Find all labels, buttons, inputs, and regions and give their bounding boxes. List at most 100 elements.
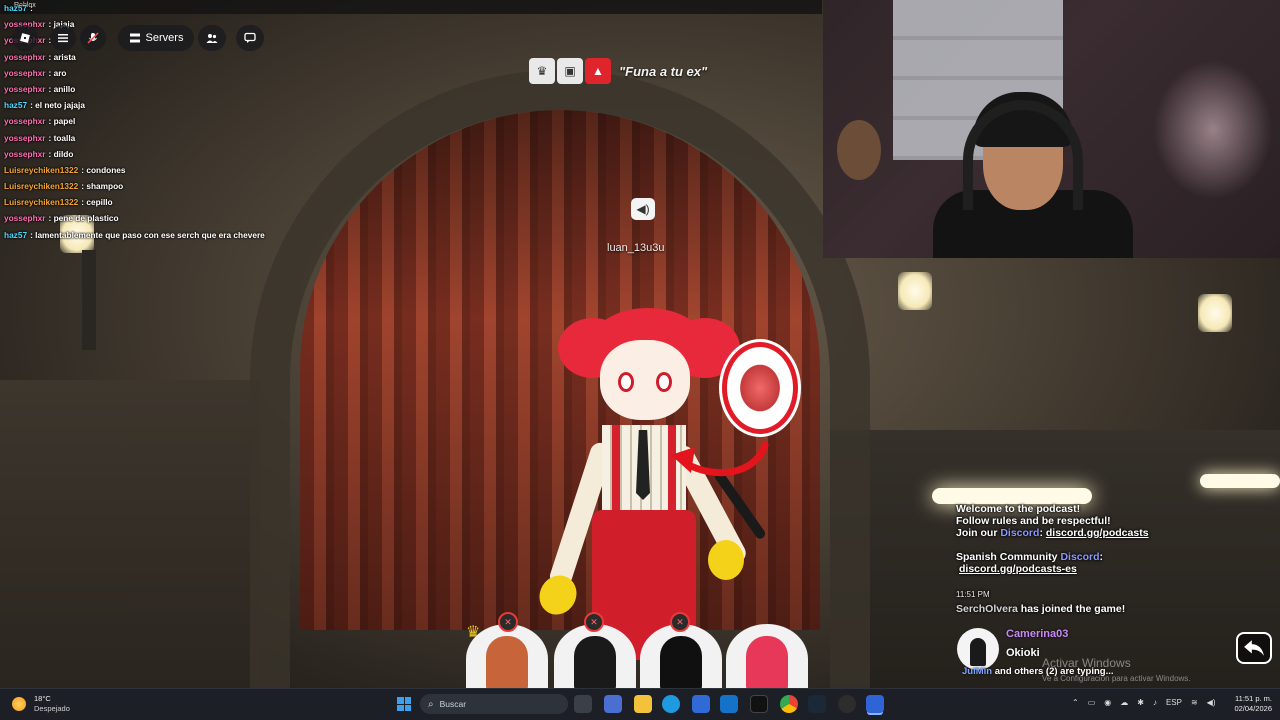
people-icon [206, 34, 218, 43]
chat-username[interactable]: haz57 [4, 3, 27, 13]
warning-icon: ▲ [592, 64, 604, 78]
weather-description[interactable]: Despejado [34, 704, 70, 713]
chat-message: yossephxr: papel [4, 113, 424, 129]
chat-message: yossephxr: toalla [4, 130, 424, 146]
chat-text: dildo [53, 148, 74, 159]
chat-text: pene de plastico [53, 213, 119, 224]
chat-message: yossephxr: aro [4, 65, 424, 81]
volume-icon[interactable]: ◀) [1207, 698, 1216, 707]
gift-button[interactable]: ▣ [557, 58, 583, 84]
chat-text: toalla [53, 132, 76, 143]
spanish-line: Spanish Community Discord: [956, 551, 1276, 563]
chat-username[interactable]: yossephxr [4, 84, 46, 94]
widgets-icon[interactable] [604, 695, 622, 713]
participant-avatar[interactable] [726, 624, 808, 694]
participant-figure [486, 636, 528, 692]
topic-bar: ♛ ▣ ▲ "Funa a tu ex" [529, 58, 707, 84]
participant-avatar[interactable] [640, 624, 722, 694]
chat-username[interactable]: haz57 [4, 100, 27, 110]
voice-mute-button[interactable] [80, 25, 106, 51]
joined-text: has joined the game! [1017, 603, 1126, 615]
webcam-lamp-glow [1153, 60, 1273, 200]
mic-tray-icon[interactable]: ♪ [1153, 698, 1157, 707]
chat-bubble-button[interactable] [236, 25, 264, 51]
chat-toggle-button[interactable] [50, 25, 76, 51]
report-button[interactable]: ▲ [585, 58, 611, 84]
mic-muted-icon: ✕ [670, 612, 690, 632]
avatar-eye [618, 372, 634, 392]
chat-text: condones [86, 164, 126, 175]
file-explorer-icon[interactable] [634, 695, 652, 713]
bluetooth-icon[interactable]: ✱ [1137, 698, 1144, 707]
obs-icon[interactable] [838, 695, 856, 713]
battery-icon[interactable]: ▭ [1088, 698, 1096, 707]
wall-lamp [1198, 294, 1232, 332]
task-view-icon[interactable] [574, 695, 592, 713]
chat-username[interactable]: yossephxr [4, 213, 46, 223]
chat-username[interactable]: yossephxr [4, 133, 46, 143]
servers-button-label: Servers [145, 32, 184, 44]
avatar-glove [708, 540, 744, 580]
spanish-discord-word: Discord [1060, 551, 1100, 563]
tray-overflow-icon[interactable]: ⌃ [1072, 698, 1079, 707]
chat-username[interactable]: yossephxr [4, 149, 46, 159]
outlook-icon[interactable] [720, 695, 738, 713]
edge-icon[interactable] [662, 695, 680, 713]
chat-username[interactable]: yossephxr [4, 52, 46, 62]
chat-username[interactable]: yossephxr [4, 68, 46, 78]
chat-username[interactable]: Luisreychiken1322 [4, 197, 78, 207]
reply-arrow-icon [1244, 640, 1264, 656]
taskbar-clock[interactable]: 11:51 p. m. [1226, 694, 1272, 703]
join-notice: SerchOlvera has joined the game! [956, 603, 1276, 615]
store-icon[interactable] [692, 695, 710, 713]
chat-username[interactable]: yossephxr [4, 116, 46, 126]
chat-message: yossephxr: anillo [4, 81, 424, 97]
message-author[interactable]: Camerina03 [1006, 628, 1068, 640]
wifi-icon[interactable]: ≋ [1191, 698, 1198, 707]
webcam-plush [837, 120, 881, 180]
typing-text: and others (2) are typing... [992, 666, 1114, 677]
participant-avatar[interactable] [466, 624, 548, 694]
search-placeholder: Buscar [439, 699, 467, 709]
joined-player-name: SerchOlvera [956, 603, 1018, 615]
podium-button[interactable]: ♛ [529, 58, 555, 84]
participant-figure [660, 636, 702, 692]
avatar-glove [532, 568, 584, 622]
network-icon[interactable]: ☁ [1120, 698, 1128, 707]
chat-username[interactable]: haz57 [4, 230, 27, 240]
roblox-taskbar-icon[interactable] [866, 695, 884, 713]
wall-lamp [898, 272, 932, 310]
taskbar-search[interactable]: ⌕ Buscar [420, 694, 568, 714]
chat-message: Luisreychiken1322: condones [4, 162, 424, 178]
participant-figure [746, 636, 788, 692]
weather-temperature[interactable]: 18°C [34, 694, 51, 703]
spanish-discord-link[interactable]: discord.gg/podcasts-es [959, 563, 1077, 575]
weather-sun-icon[interactable] [12, 697, 26, 711]
rules-line: Follow rules and be respectful! [956, 515, 1111, 527]
discord-link[interactable]: discord.gg/podcasts [1046, 527, 1149, 539]
discord-word: Discord [1000, 527, 1040, 539]
message-avatar[interactable] [957, 628, 999, 670]
chrome-icon[interactable] [780, 695, 798, 713]
overlay-sticker-image [722, 342, 798, 434]
roblox-menu-button[interactable] [12, 25, 38, 51]
back-button[interactable] [1236, 632, 1272, 664]
language-indicator[interactable]: ESP [1166, 698, 1182, 707]
chat-username[interactable]: Luisreychiken1322 [4, 181, 78, 191]
chat-username[interactable]: Luisreychiken1322 [4, 165, 78, 175]
taskbar-date[interactable]: 02/04/2026 [1218, 704, 1272, 713]
floor-light [1200, 474, 1280, 488]
tray-app-icon[interactable]: ◉ [1104, 698, 1111, 707]
tiktok-icon[interactable] [750, 695, 768, 713]
windows-start-icon[interactable] [397, 697, 411, 711]
chat-text: lamentablemente que paso con ese serch q… [35, 229, 265, 240]
welcome-line: Welcome to the podcast! [956, 503, 1081, 515]
servers-button[interactable]: Servers [118, 25, 194, 51]
speaker-volume-icon: ◀) [631, 198, 655, 220]
friends-button[interactable] [198, 25, 226, 51]
steam-icon[interactable] [808, 695, 826, 713]
participant-avatar[interactable] [554, 624, 636, 694]
chat-icon [244, 32, 256, 43]
system-tray[interactable]: ⌃ ▭ ◉ ☁ ✱ ♪ ESP ≋ ◀) [1072, 698, 1216, 707]
system-chat: Welcome to the podcast! Follow rules and… [956, 503, 1276, 615]
